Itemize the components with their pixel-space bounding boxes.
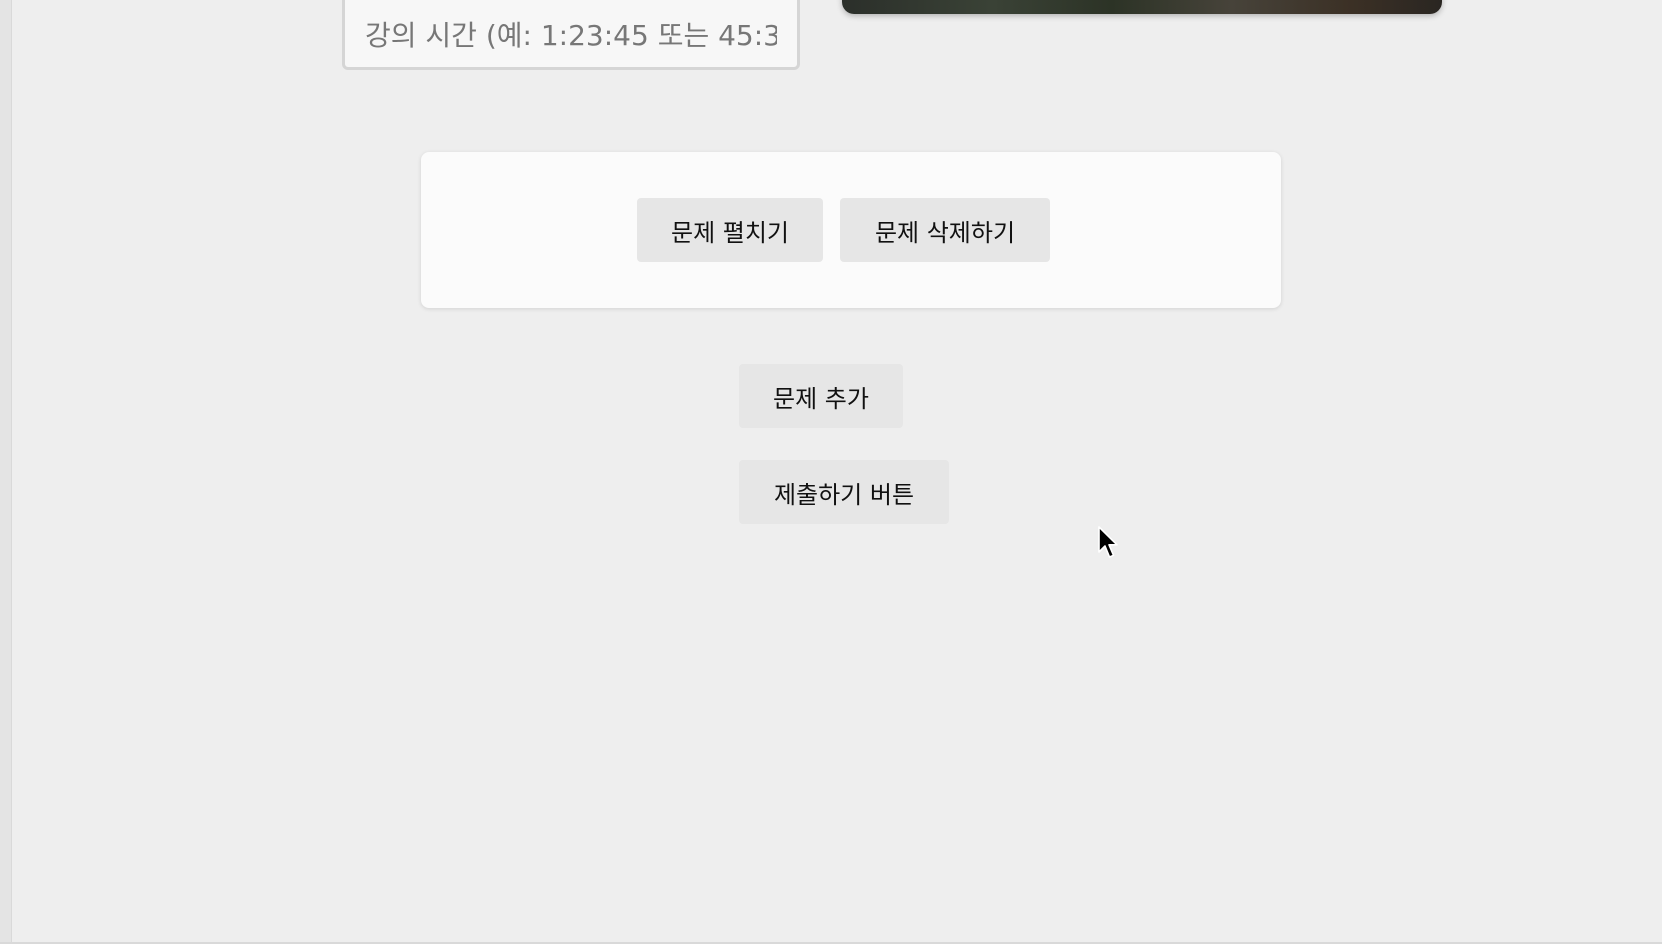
lecture-duration-field[interactable] — [342, 0, 800, 70]
question-card: 문제 펼치기 문제 삭제하기 — [421, 152, 1281, 308]
submit-button[interactable]: 제출하기 버튼 — [739, 460, 949, 524]
mouse-pointer-icon — [1098, 526, 1118, 558]
window-left-edge — [0, 0, 12, 944]
video-thumbnail — [842, 0, 1442, 14]
delete-question-button[interactable]: 문제 삭제하기 — [840, 198, 1050, 262]
expand-question-button[interactable]: 문제 펼치기 — [637, 198, 823, 262]
lecture-duration-input[interactable] — [345, 0, 797, 67]
add-question-button[interactable]: 문제 추가 — [739, 364, 903, 428]
